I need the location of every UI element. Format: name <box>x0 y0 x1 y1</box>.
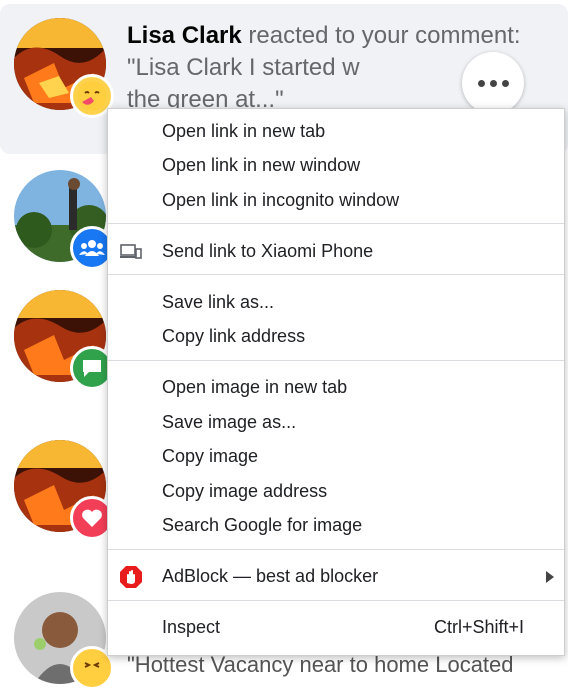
menu-item-label: Copy image address <box>162 481 328 501</box>
menu-item-label: Open link in incognito window <box>162 190 400 210</box>
menu-item-label: Open link in new tab <box>162 121 326 141</box>
menu-item-copy-link-address[interactable]: Copy link address <box>108 320 564 353</box>
menu-divider <box>108 274 564 275</box>
menu-item-copy-image[interactable]: Copy image <box>108 440 564 473</box>
menu-item-shortcut: Ctrl+Shift+I <box>433 617 524 637</box>
menu-item-open-new-window[interactable]: Open link in new window <box>108 149 564 182</box>
menu-item-label: Inspect <box>162 617 221 637</box>
adblock-icon <box>119 565 143 589</box>
menu-divider <box>108 360 564 361</box>
menu-item-search-google-image[interactable]: Search Google for image <box>108 509 564 542</box>
menu-item-adblock[interactable]: AdBlock — best ad blocker <box>108 560 564 593</box>
submenu-arrow-icon <box>546 570 554 583</box>
menu-item-label: Save link as... <box>162 292 275 312</box>
menu-item-label: Search Google for image <box>162 515 363 535</box>
more-options-icon[interactable] <box>462 52 524 114</box>
menu-item-label: Open link in new window <box>162 155 361 175</box>
menu-divider <box>108 223 564 224</box>
menu-item-open-new-tab[interactable]: Open link in new tab <box>108 115 564 148</box>
menu-item-save-image-as[interactable]: Save image as... <box>108 406 564 439</box>
menu-item-send-to-device[interactable]: Send link to Xiaomi Phone <box>108 235 564 268</box>
menu-item-label: Copy link address <box>162 326 306 346</box>
menu-item-open-image-new-tab[interactable]: Open image in new tab <box>108 371 564 404</box>
menu-item-open-incognito[interactable]: Open link in incognito window <box>108 184 564 217</box>
menu-item-inspect[interactable]: Inspect Ctrl+Shift+I <box>108 611 564 644</box>
menu-divider <box>108 549 564 550</box>
menu-item-save-link-as[interactable]: Save link as... <box>108 286 564 319</box>
menu-item-label: Save image as... <box>162 412 297 432</box>
menu-item-label: Send link to Xiaomi Phone <box>162 241 374 261</box>
menu-item-label: Copy image <box>162 446 259 466</box>
device-icon <box>119 240 143 264</box>
menu-divider <box>108 600 564 601</box>
menu-item-label: AdBlock — best ad blocker <box>162 566 379 586</box>
context-menu: Open link in new tab Open link in new wi… <box>107 108 565 656</box>
actor-name: Lisa Clark <box>127 22 242 49</box>
menu-item-copy-image-address[interactable]: Copy image address <box>108 475 564 508</box>
menu-item-label: Open image in new tab <box>162 377 348 397</box>
